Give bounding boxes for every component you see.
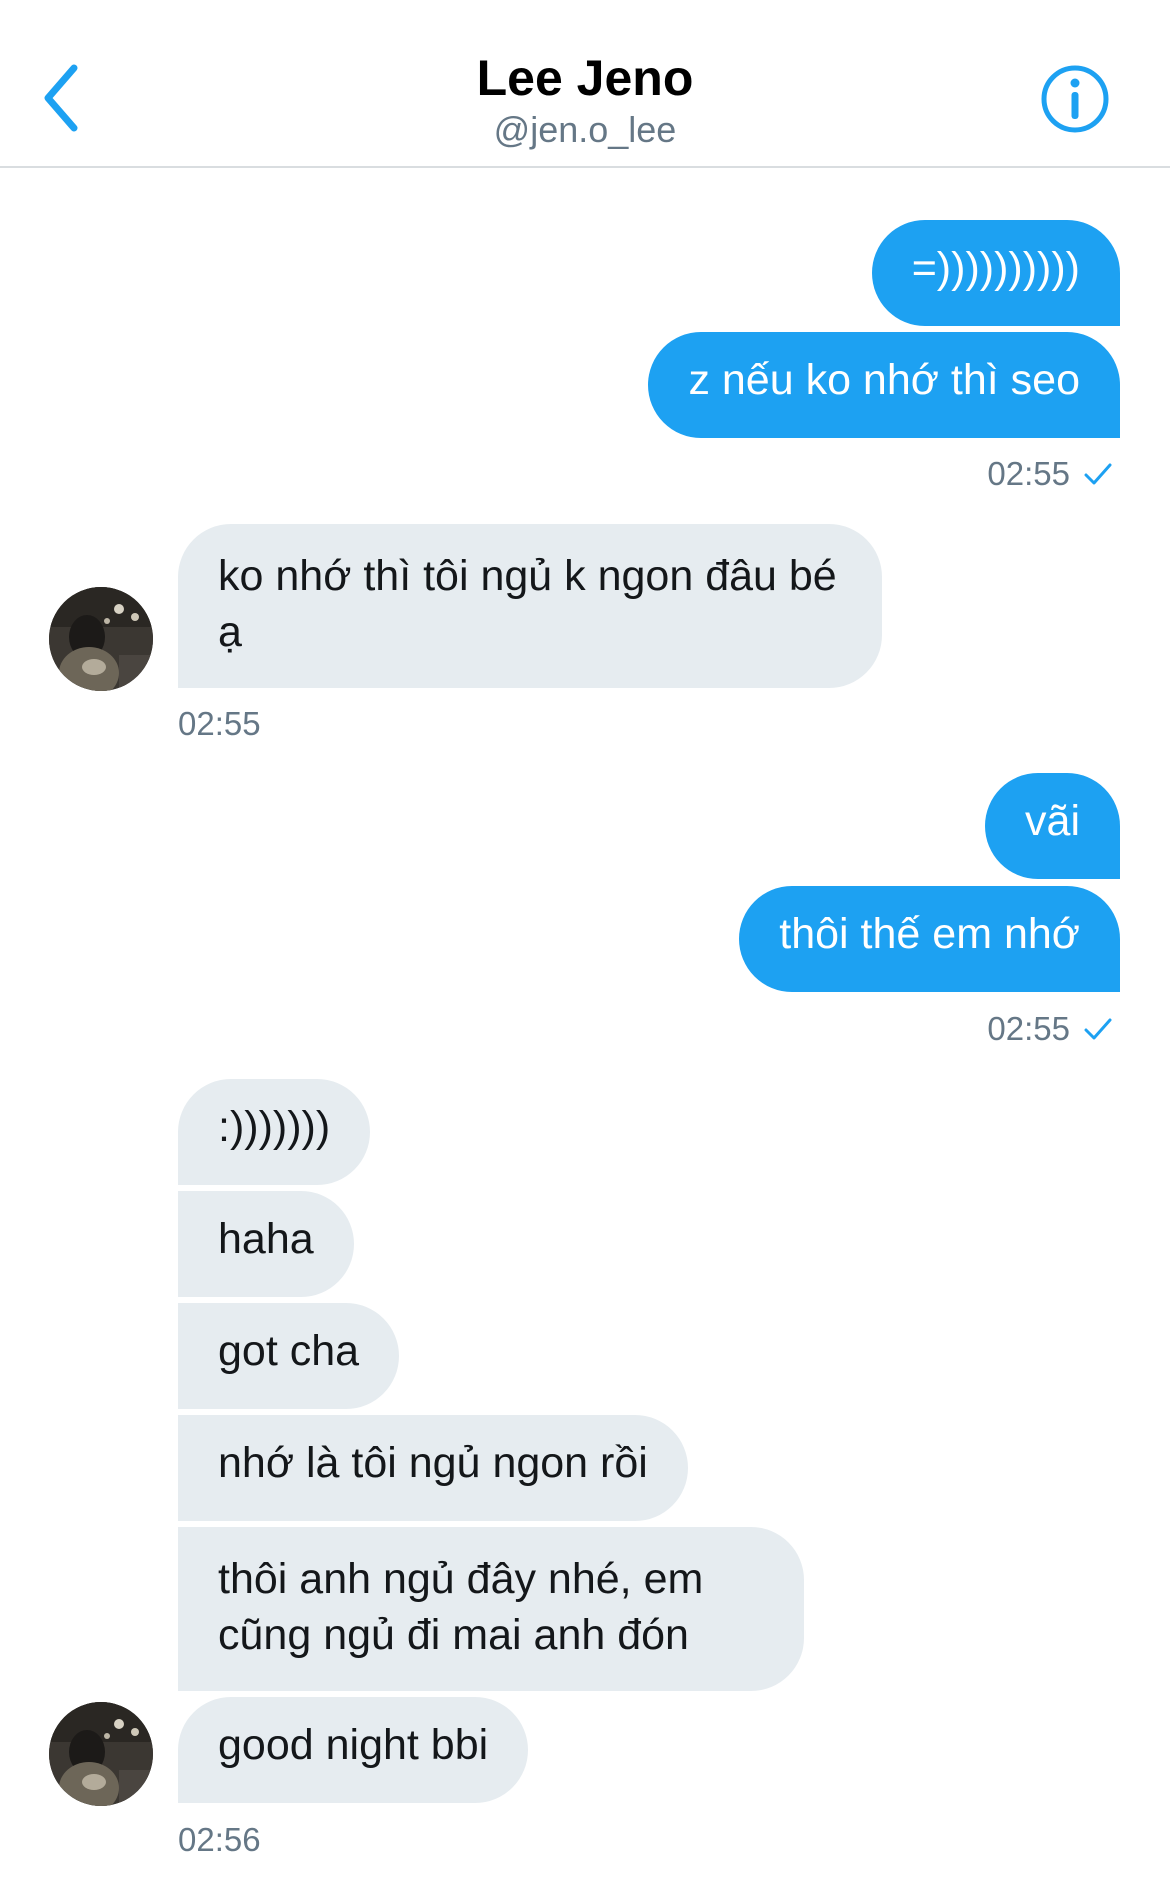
timestamp-text: 02:55 — [987, 455, 1070, 492]
message-timestamp: 02:56 — [178, 1821, 261, 1858]
info-button[interactable] — [1040, 64, 1110, 134]
message-bubble-incoming[interactable]: got cha — [178, 1303, 400, 1409]
timestamp-text: 02:55 — [987, 1010, 1070, 1047]
checkmark-icon — [1084, 463, 1112, 485]
checkmark-icon — [1084, 1018, 1112, 1040]
avatar[interactable] — [49, 1702, 153, 1806]
message-timestamp: 02:55 — [178, 705, 261, 742]
message-bubble-outgoing[interactable]: vãi — [985, 773, 1120, 879]
message-bubble-incoming[interactable]: thôi anh ngủ đây nhé, em cũng ngủ đi mai… — [178, 1527, 804, 1691]
avatar[interactable] — [49, 587, 153, 691]
conversation-header: Lee Jeno @jen.o_lee — [0, 0, 1170, 168]
message-bubble-outgoing[interactable]: =)))))))))) — [871, 220, 1120, 326]
avatar-photo — [49, 1702, 153, 1806]
message-bubble-incoming[interactable]: haha — [178, 1191, 354, 1297]
message-timestamp: 02:55 — [987, 454, 1112, 494]
message-bubble-incoming[interactable]: ko nhớ thì tôi ngủ k ngon đâu bé ạ — [178, 524, 882, 688]
conversation-title: Lee Jeno — [476, 50, 694, 106]
message-bubble-incoming[interactable]: :))))))) — [178, 1079, 371, 1185]
message-bubble-incoming[interactable]: good night bbi — [178, 1697, 529, 1803]
message-bubble-incoming[interactable]: nhớ là tôi ngủ ngon rồi — [178, 1415, 688, 1521]
message-bubble-outgoing[interactable]: z nếu ko nhớ thì seo — [648, 332, 1120, 438]
message-timestamp: 02:55 — [987, 1009, 1112, 1049]
avatar-photo — [49, 587, 153, 691]
message-bubble-outgoing[interactable]: thôi thế em nhớ — [739, 886, 1120, 992]
conversation-handle: @jen.o_lee — [493, 109, 677, 150]
info-icon — [1041, 65, 1109, 133]
